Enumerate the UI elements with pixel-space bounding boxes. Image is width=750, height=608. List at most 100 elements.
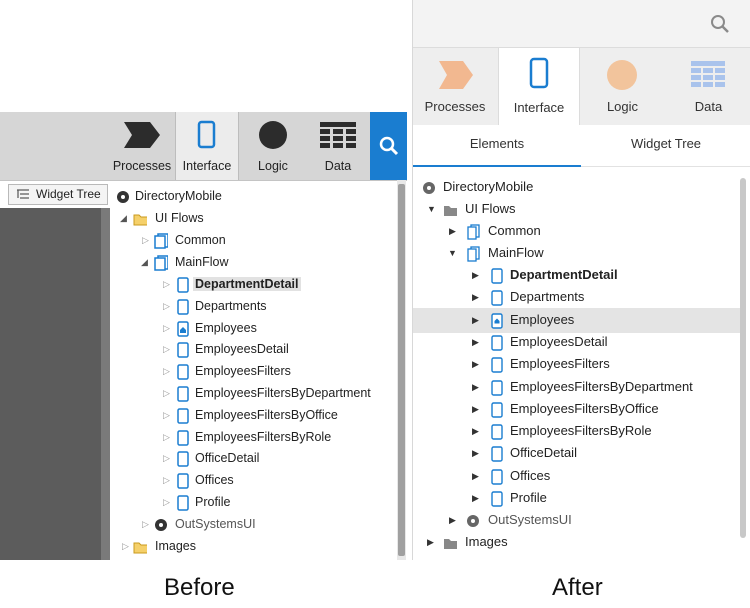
module-icon xyxy=(155,519,167,531)
tree-label: Images xyxy=(465,534,508,549)
selected-row-highlight xyxy=(413,308,740,333)
tree-label: EmployeesFilters xyxy=(510,356,610,372)
screen-icon xyxy=(491,424,503,440)
after-caption: After xyxy=(552,574,603,601)
flow-icon xyxy=(154,255,168,271)
tree-label: DirectoryMobile xyxy=(135,189,222,203)
collapsed-arrow-icon: ▷ xyxy=(163,431,170,442)
screen-icon xyxy=(177,277,189,293)
expanded-arrow-icon: ◢ xyxy=(120,213,127,223)
home-screen-icon xyxy=(491,312,503,329)
after-tab-logic[interactable]: Logic xyxy=(580,48,665,125)
collapsed-arrow-icon: ▷ xyxy=(163,322,170,333)
widget-tree-icon xyxy=(17,189,29,199)
collapsed-arrow-icon: ▶ xyxy=(449,226,456,236)
before-tab-data[interactable]: Data xyxy=(308,112,368,180)
folder-icon xyxy=(444,539,457,549)
tree-label: Images xyxy=(155,539,196,553)
tree-label: UI Flows xyxy=(465,201,516,216)
processes-icon xyxy=(124,122,160,148)
subtab-label: Elements xyxy=(469,136,525,151)
tree-label: Departments xyxy=(510,289,585,305)
tree-label: EmployeesFiltersByOffice xyxy=(195,407,338,422)
folder-icon xyxy=(444,206,457,216)
tree-label: EmployeesFiltersByRole xyxy=(195,429,332,444)
screen-icon xyxy=(491,335,503,351)
search-icon xyxy=(379,136,399,156)
tree-label: Offices xyxy=(510,467,551,483)
tab-label: Logic xyxy=(606,99,639,114)
after-tab-processes[interactable]: Processes xyxy=(413,48,497,125)
collapsed-arrow-icon: ▷ xyxy=(163,366,170,377)
collapsed-arrow-icon: ▷ xyxy=(142,235,149,245)
screen-icon xyxy=(177,364,189,380)
scrollbar-thumb[interactable] xyxy=(398,184,405,556)
collapsed-arrow-icon: ▶ xyxy=(472,470,479,481)
subtab-label: Widget Tree xyxy=(630,136,702,151)
collapsed-arrow-icon: ▷ xyxy=(142,519,149,529)
tree-label: EmployeesDetail xyxy=(510,333,608,349)
after-tab-bar: Processes Interface Logic Data xyxy=(413,47,750,126)
collapsed-arrow-icon: ▶ xyxy=(472,336,479,347)
expanded-arrow-icon: ▼ xyxy=(427,204,436,214)
tree-label: Profile xyxy=(510,490,547,505)
collapsed-arrow-icon: ▷ xyxy=(163,388,170,398)
after-tab-interface[interactable]: Interface xyxy=(498,48,580,126)
tab-label: Interface xyxy=(182,159,232,173)
tree-label: EmployeesFilters xyxy=(195,364,291,379)
tree-label: OfficeDetail xyxy=(195,451,260,466)
collapsed-arrow-icon: ▶ xyxy=(427,537,434,547)
collapsed-arrow-icon: ▷ xyxy=(163,344,170,355)
tree-label: EmployeesDetail xyxy=(195,342,289,357)
collapsed-arrow-icon: ▶ xyxy=(472,426,479,437)
collapsed-arrow-icon: ▷ xyxy=(163,475,170,486)
screen-icon xyxy=(491,357,503,373)
tree-label: OfficeDetail xyxy=(510,445,577,461)
collapsed-arrow-icon: ▷ xyxy=(163,279,170,289)
tree-label: EmployeesFiltersByRole xyxy=(510,423,652,439)
screen-icon xyxy=(177,342,189,359)
logic-circle-icon xyxy=(607,60,637,90)
collapsed-arrow-icon: ▷ xyxy=(163,497,170,507)
before-tab-logic[interactable]: Logic xyxy=(243,112,303,180)
flow-icon xyxy=(154,233,168,249)
before-scrollbar[interactable] xyxy=(397,180,406,560)
tree-label: EmployeesFiltersByDepartment xyxy=(195,386,371,400)
tree-label: Employees xyxy=(510,311,575,327)
screen-icon xyxy=(177,408,189,424)
tab-label: Logic xyxy=(258,159,288,173)
processes-icon xyxy=(439,61,473,89)
data-grid-icon xyxy=(691,61,725,87)
collapsed-arrow-icon: ▶ xyxy=(472,493,479,503)
after-subtabs: Elements Widget Tree xyxy=(413,125,750,167)
data-grid-icon xyxy=(320,122,356,148)
tab-label: Data xyxy=(694,99,723,114)
tree-label: EmployeesFiltersByOffice xyxy=(510,400,659,416)
screen-icon xyxy=(177,451,189,468)
tree-label: DepartmentDetail xyxy=(510,267,618,282)
tree-label: OutSystemsUI xyxy=(175,517,256,531)
before-tab-processes[interactable]: Processes xyxy=(110,112,174,180)
after-tab-data[interactable]: Data xyxy=(666,48,750,125)
before-tab-bar: Processes Interface Logic Data xyxy=(0,112,407,181)
tree-label: Employees xyxy=(195,320,257,335)
before-sidebar-strip xyxy=(101,208,110,560)
home-screen-icon xyxy=(177,320,189,337)
mobile-device-icon xyxy=(529,57,549,89)
subtab-widget-tree[interactable]: Widget Tree xyxy=(581,125,750,165)
before-sidebar xyxy=(0,208,101,560)
logic-circle-icon xyxy=(259,121,287,149)
before-tab-interface[interactable]: Interface xyxy=(175,112,239,180)
search-icon[interactable] xyxy=(710,14,730,34)
flow-icon xyxy=(467,246,480,262)
expanded-arrow-icon: ◢ xyxy=(141,257,148,267)
screen-icon xyxy=(491,268,503,284)
subtab-elements[interactable]: Elements xyxy=(413,125,581,167)
search-button[interactable] xyxy=(370,112,407,180)
collapsed-arrow-icon: ▷ xyxy=(163,453,170,464)
after-scrollbar[interactable] xyxy=(740,178,746,538)
widget-tree-button[interactable]: Widget Tree xyxy=(8,184,108,205)
tab-label: Processes xyxy=(424,99,486,114)
collapsed-arrow-icon: ▶ xyxy=(472,314,479,325)
screen-icon xyxy=(491,402,503,418)
